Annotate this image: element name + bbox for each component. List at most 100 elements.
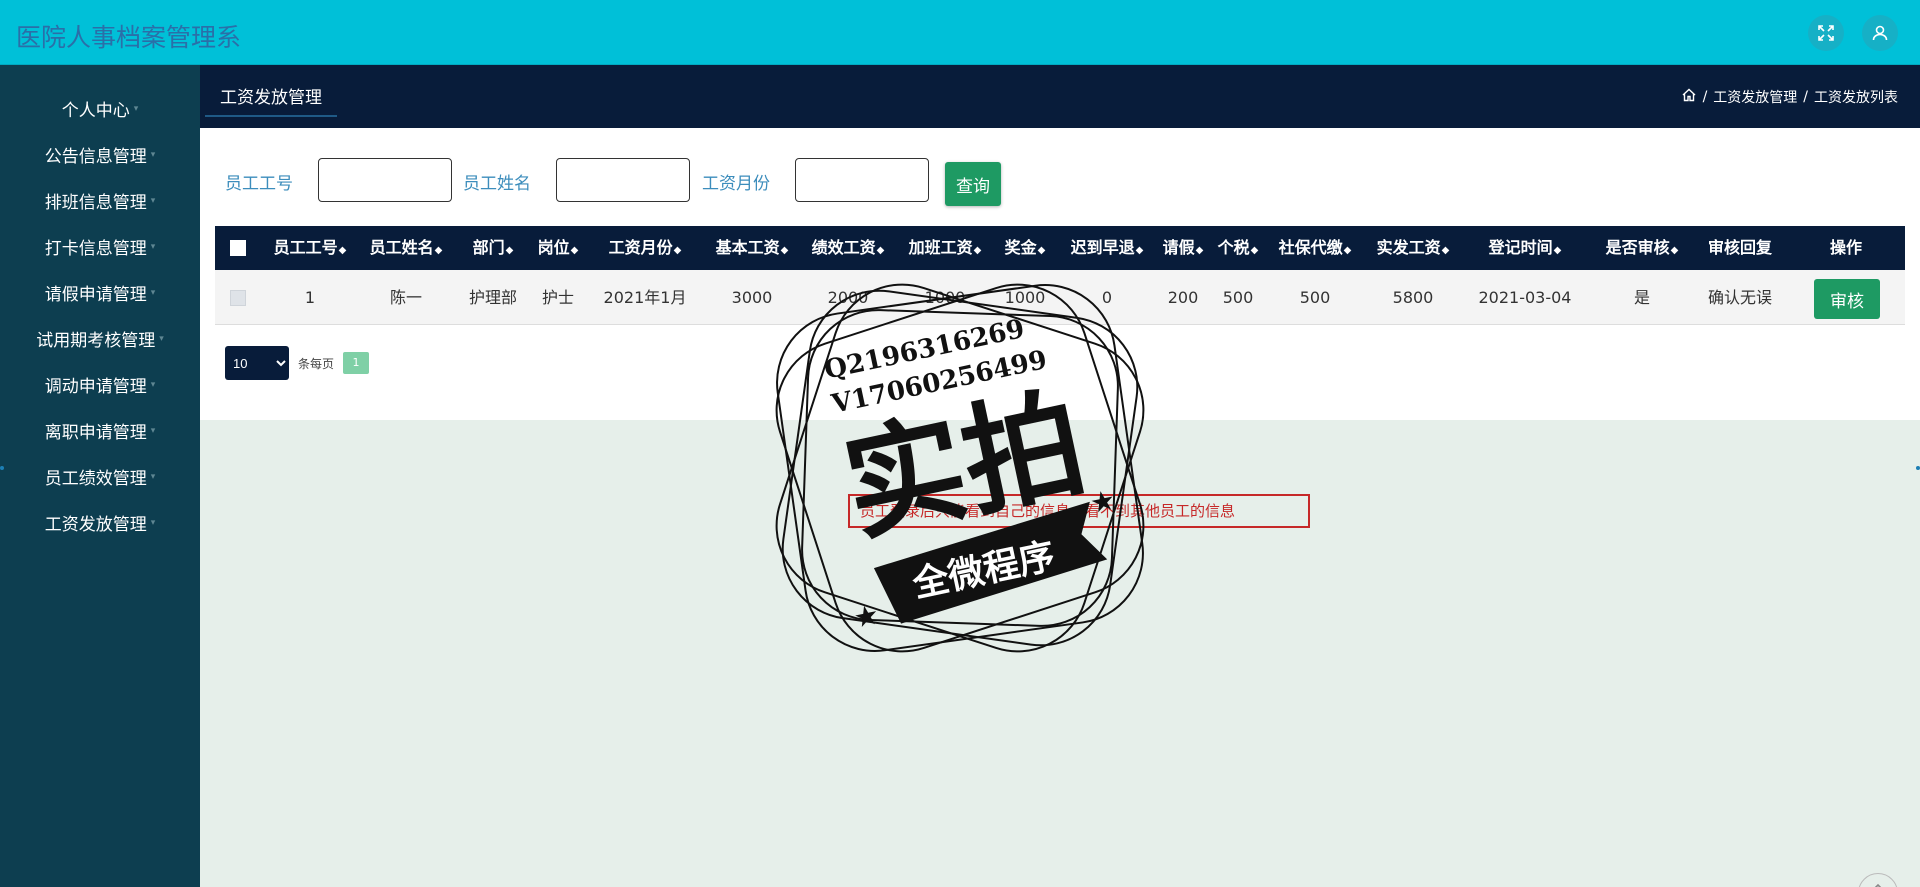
sidebar-item-label: 排班信息管理	[44, 192, 147, 213]
svg-text:全微程序: 全微程序	[908, 535, 1059, 606]
column-header[interactable]: 是否审核◆	[1600, 226, 1684, 270]
column-header[interactable]: 工资月份◆	[600, 226, 690, 270]
breadcrumb: / 工资发放管理 / 工资发放列表	[1681, 87, 1898, 107]
sidebar-item-personal-center[interactable]: 个人中心 ▾	[0, 88, 200, 128]
table-cell: 护士	[541, 288, 574, 307]
breadcrumb-separator: /	[1702, 89, 1708, 105]
column-header: 操作	[1829, 238, 1862, 257]
table-cell: 500	[1299, 288, 1331, 307]
column-header[interactable]: 部门◆	[465, 226, 521, 270]
sidebar-item-label: 工资发放管理	[44, 514, 147, 535]
column-header[interactable]: 迟到早退◆	[1065, 226, 1149, 270]
chevron-down-icon: ▾	[150, 242, 156, 252]
tab-salary-management[interactable]: 工资发放管理	[205, 83, 337, 117]
salary-month-input[interactable]	[795, 158, 929, 202]
table-cell: 确认无误	[1707, 288, 1772, 307]
sort-icon: ◆	[673, 245, 682, 256]
sort-icon: ◆	[1195, 245, 1204, 256]
page-size-select[interactable]: 10	[225, 346, 289, 380]
table-cell: 2000	[827, 288, 869, 307]
user-icon[interactable]	[1862, 15, 1898, 51]
sidebar-item-salary[interactable]: 工资发放管理 ▾	[0, 502, 200, 542]
column-header[interactable]: 加班工资◆	[900, 226, 990, 270]
sidebar-item-probation[interactable]: 试用期考核管理 ▾	[0, 318, 200, 358]
resize-handle-icon	[1916, 466, 1920, 470]
column-header[interactable]: 个税◆	[1213, 226, 1263, 270]
table-cell: 1000	[924, 288, 966, 307]
sort-icon: ◆	[1250, 245, 1259, 256]
sort-icon: ◆	[1037, 245, 1046, 256]
chevron-down-icon: ▾	[150, 380, 156, 390]
home-icon[interactable]	[1681, 87, 1697, 107]
sidebar-item-label: 员工绩效管理	[44, 468, 147, 489]
app-title: 医院人事档案管理系	[16, 23, 242, 52]
sidebar-item-performance[interactable]: 员工绩效管理 ▾	[0, 456, 200, 496]
table-cell: 200	[1167, 288, 1199, 307]
chevron-down-icon: ▾	[133, 104, 139, 114]
table-cell: 500	[1222, 288, 1254, 307]
sort-icon: ◆	[1670, 245, 1679, 256]
audit-button[interactable]: 审核	[1814, 279, 1880, 319]
column-header[interactable]: 社保代缴◆	[1275, 226, 1355, 270]
table-cell: 2021-03-04	[1478, 288, 1572, 307]
breadcrumb-item[interactable]: 工资发放管理	[1713, 87, 1797, 107]
sort-icon: ◆	[434, 245, 443, 256]
column-header[interactable]: 绩效工资◆	[803, 226, 893, 270]
sort-icon: ◆	[1441, 245, 1450, 256]
sort-icon: ◆	[780, 245, 789, 256]
column-header[interactable]: 基本工资◆	[707, 226, 797, 270]
chevron-down-icon: ▾	[150, 196, 156, 206]
sort-icon: ◆	[338, 245, 347, 256]
column-header[interactable]: 实发工资◆	[1373, 226, 1453, 270]
employee-name-label: 员工姓名	[463, 174, 531, 194]
sidebar-item-label: 个人中心	[61, 100, 130, 121]
column-header[interactable]: 请假◆	[1158, 226, 1208, 270]
sidebar-item-resignation[interactable]: 离职申请管理 ▾	[0, 410, 200, 450]
per-page-label: 条每页	[298, 357, 335, 371]
row-checkbox[interactable]	[230, 290, 246, 306]
employee-id-input[interactable]	[318, 158, 452, 202]
table-cell: 1000	[1004, 288, 1046, 307]
sidebar-item-announcements[interactable]: 公告信息管理 ▾	[0, 134, 200, 174]
select-all-checkbox[interactable]	[230, 240, 246, 256]
scroll-top-icon[interactable]	[1858, 873, 1898, 887]
table-cell: 3000	[731, 288, 773, 307]
sort-icon: ◆	[570, 245, 579, 256]
sort-icon: ◆	[973, 245, 982, 256]
sidebar-item-label: 调动申请管理	[44, 376, 147, 397]
sidebar-item-label: 试用期考核管理	[36, 330, 156, 351]
breadcrumb-item: 工资发放列表	[1814, 90, 1898, 106]
sort-icon: ◆	[1135, 245, 1144, 256]
salary-month-label: 工资月份	[702, 174, 770, 194]
column-header[interactable]: 登记时间◆	[1480, 226, 1570, 270]
sidebar-item-scheduling[interactable]: 排班信息管理 ▾	[0, 180, 200, 220]
employee-name-input[interactable]	[556, 158, 690, 202]
resize-handle-icon	[0, 466, 4, 470]
sidebar-item-label: 公告信息管理	[44, 146, 147, 167]
sort-icon: ◆	[876, 245, 885, 256]
table-cell: 0	[1101, 288, 1113, 307]
column-header[interactable]: 员工工号◆	[270, 226, 350, 270]
employee-id-label: 员工工号	[225, 174, 293, 194]
page-number[interactable]: 1	[343, 352, 369, 374]
sidebar-item-label: 请假申请管理	[44, 284, 147, 305]
chevron-down-icon: ▾	[150, 518, 156, 528]
sidebar-item-transfer[interactable]: 调动申请管理 ▾	[0, 364, 200, 404]
note-text-box[interactable]: 员工登录后只能看到自己的信息，看不到其他员工的信息	[848, 494, 1310, 528]
table-cell: 5800	[1392, 288, 1434, 307]
column-header[interactable]: 岗位◆	[530, 226, 586, 270]
sidebar-item-leave[interactable]: 请假申请管理 ▾	[0, 272, 200, 312]
chevron-down-icon: ▾	[150, 288, 156, 298]
chevron-down-icon: ▾	[159, 334, 164, 344]
column-header[interactable]: 奖金◆	[1000, 226, 1050, 270]
top-header: 医院人事档案管理系	[0, 0, 1920, 65]
table-cell: 1	[304, 288, 316, 307]
chevron-down-icon: ▾	[150, 426, 156, 436]
sort-icon: ◆	[505, 245, 514, 256]
sidebar-item-clock-in[interactable]: 打卡信息管理 ▾	[0, 226, 200, 266]
fullscreen-icon[interactable]	[1808, 15, 1844, 51]
column-header[interactable]: 员工姓名◆	[366, 226, 446, 270]
chevron-down-icon: ▾	[150, 150, 156, 160]
search-button[interactable]: 查询	[945, 162, 1001, 206]
svg-text:★: ★	[851, 597, 882, 634]
